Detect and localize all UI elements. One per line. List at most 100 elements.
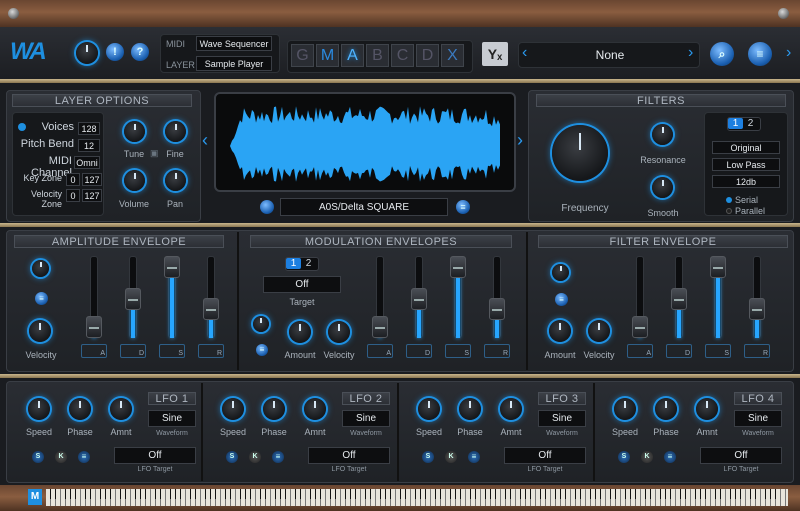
filt-env-menu-icon[interactable]: ≡: [555, 293, 568, 306]
mod-env-tab-1[interactable]: 1: [286, 258, 301, 269]
lfo-key-button[interactable]: K: [249, 451, 261, 463]
tab-c[interactable]: C: [391, 44, 414, 67]
filter-type[interactable]: Low Pass: [712, 158, 780, 171]
mod-adsr-icon[interactable]: R: [484, 344, 510, 358]
filt-fader-3[interactable]: [749, 298, 765, 320]
filt-amount-knob[interactable]: [549, 320, 571, 342]
lfo-target[interactable]: Off: [700, 447, 782, 464]
sample-name[interactable]: A0S/Delta SQUARE: [280, 198, 448, 216]
filt-adsr-icon[interactable]: D: [666, 344, 692, 358]
mod-fader-3[interactable]: [489, 298, 505, 320]
tab-x[interactable]: X: [441, 44, 464, 67]
lfo-target[interactable]: Off: [504, 447, 586, 464]
lfo-target[interactable]: Off: [308, 447, 390, 464]
lfo-target[interactable]: Off: [114, 447, 196, 464]
parallel-radio[interactable]: [726, 208, 732, 214]
voices-value[interactable]: 128: [78, 122, 100, 135]
mod-env-menu-icon[interactable]: ≡: [256, 344, 268, 356]
amp-fader-3[interactable]: [203, 298, 219, 320]
filt-adsr-icon[interactable]: S: [705, 344, 731, 358]
velocity-zone-high[interactable]: 127: [82, 189, 102, 202]
filter-tab-1[interactable]: 1: [728, 118, 743, 129]
preset-name[interactable]: None: [540, 48, 680, 62]
midi-learn-button[interactable]: M: [28, 489, 42, 505]
velocity-zone-low[interactable]: 0: [66, 189, 80, 202]
lfo-key-button[interactable]: K: [55, 451, 67, 463]
search-icon[interactable]: ⌕: [710, 42, 734, 66]
amp-adsr-icon[interactable]: D: [120, 344, 146, 358]
lfo-speed-knob[interactable]: [28, 398, 50, 420]
smooth-knob[interactable]: [652, 177, 673, 198]
lfo-speed-knob[interactable]: [614, 398, 636, 420]
mod-env-target[interactable]: Off: [263, 276, 341, 293]
next-sample-icon[interactable]: ›: [517, 130, 523, 151]
lfo-key-button[interactable]: K: [641, 451, 653, 463]
frequency-knob[interactable]: [552, 125, 608, 181]
mod-adsr-icon[interactable]: A: [367, 344, 393, 358]
lfo-phase-knob[interactable]: [655, 398, 677, 420]
lfo-amnt-knob[interactable]: [304, 398, 326, 420]
lock-icon[interactable]: ▣: [150, 148, 159, 159]
mod-amount-knob[interactable]: [289, 321, 311, 343]
lfo-waveform[interactable]: Sine: [734, 410, 782, 427]
lfo-amnt-knob[interactable]: [696, 398, 718, 420]
mod-adsr-icon[interactable]: S: [445, 344, 471, 358]
midi-channel-value[interactable]: Omni: [74, 156, 100, 169]
pitch-bend-value[interactable]: 12: [78, 139, 100, 152]
mod-env-tab-2[interactable]: 2: [301, 258, 316, 269]
lfo-menu-icon[interactable]: ≡: [664, 451, 676, 463]
white-key[interactable]: [781, 489, 786, 506]
lfo-menu-icon[interactable]: ≡: [468, 451, 480, 463]
amp-fader-0[interactable]: [86, 316, 102, 338]
lfo-waveform[interactable]: Sine: [148, 410, 196, 427]
amp-env-shape-knob[interactable]: [32, 260, 49, 277]
tab-m[interactable]: M: [316, 44, 339, 67]
key-zone-high[interactable]: 127: [82, 173, 102, 186]
piano-keyboard[interactable]: [46, 489, 788, 506]
mod-fader-2[interactable]: [450, 256, 466, 278]
mod-fader-0[interactable]: [372, 316, 388, 338]
lfo-menu-icon[interactable]: ≡: [272, 451, 284, 463]
filt-fader-1[interactable]: [671, 288, 687, 310]
serial-radio[interactable]: [726, 197, 732, 203]
amp-fader-1[interactable]: [125, 288, 141, 310]
amp-adsr-icon[interactable]: A: [81, 344, 107, 358]
filter-mode[interactable]: Original: [712, 141, 780, 154]
filt-fader-0[interactable]: [632, 316, 648, 338]
prev-preset-icon[interactable]: ‹: [522, 44, 527, 62]
help-button[interactable]: !: [106, 43, 124, 61]
midi-value[interactable]: Wave Sequencer: [196, 36, 272, 51]
lfo-amnt-knob[interactable]: [500, 398, 522, 420]
layer-value[interactable]: Sample Player: [196, 56, 272, 71]
lfo-sync-button[interactable]: S: [226, 451, 238, 463]
filt-velocity-knob[interactable]: [588, 320, 610, 342]
volume-knob[interactable]: [124, 170, 145, 191]
lfo-sync-button[interactable]: S: [618, 451, 630, 463]
fine-knob[interactable]: [165, 121, 186, 142]
filter-slope[interactable]: 12db: [712, 175, 780, 188]
filt-adsr-icon[interactable]: R: [744, 344, 770, 358]
key-zone-low[interactable]: 0: [66, 173, 80, 186]
filter-tab-2[interactable]: 2: [743, 118, 758, 129]
lfo-sync-button[interactable]: S: [32, 451, 44, 463]
mod-adsr-icon[interactable]: D: [406, 344, 432, 358]
next-page-icon[interactable]: ›: [786, 44, 791, 62]
lfo-phase-knob[interactable]: [263, 398, 285, 420]
next-preset-icon[interactable]: ›: [688, 44, 693, 62]
lfo-waveform[interactable]: Sine: [538, 410, 586, 427]
question-button[interactable]: ?: [131, 43, 149, 61]
yx-button[interactable]: Yₓ: [482, 42, 508, 66]
tune-knob[interactable]: [124, 121, 145, 142]
lfo-waveform[interactable]: Sine: [342, 410, 390, 427]
lfo-sync-button[interactable]: S: [422, 451, 434, 463]
lfo-amnt-knob[interactable]: [110, 398, 132, 420]
filt-env-shape-knob[interactable]: [552, 264, 569, 281]
amp-velocity-knob[interactable]: [29, 320, 51, 342]
amp-adsr-icon[interactable]: R: [198, 344, 224, 358]
tab-a[interactable]: A: [341, 44, 364, 67]
mod-env-shape-knob[interactable]: [253, 316, 269, 332]
menu-icon[interactable]: ≡: [748, 42, 772, 66]
filt-adsr-icon[interactable]: A: [627, 344, 653, 358]
sample-diamond-icon[interactable]: [260, 200, 274, 214]
amp-fader-2[interactable]: [164, 256, 180, 278]
